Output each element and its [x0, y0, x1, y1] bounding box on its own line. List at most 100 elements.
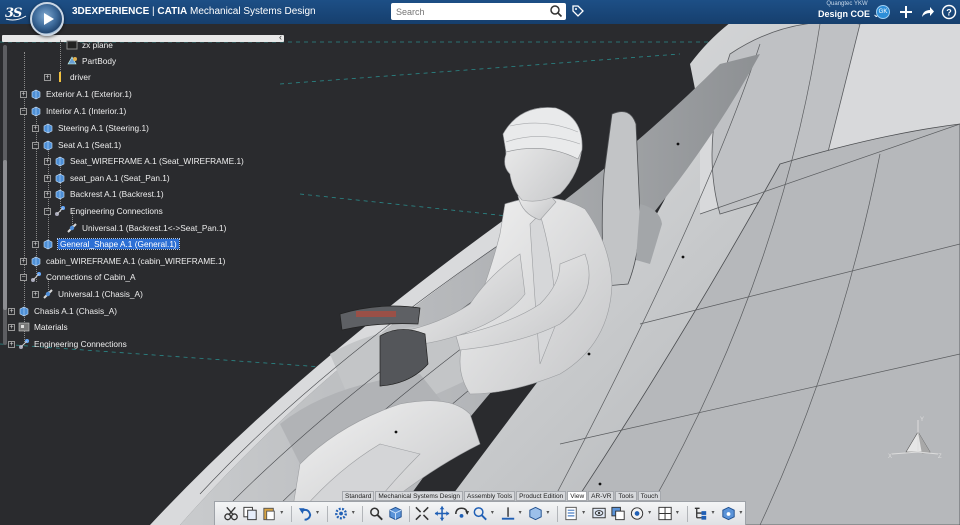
expand-icon[interactable]: +: [32, 240, 39, 248]
tree-node[interactable]: + Chasis A.1 (Chasis_A): [8, 304, 117, 318]
dropdown-arrow-icon[interactable]: ▾: [739, 505, 745, 522]
tree-node[interactable]: + driver: [44, 70, 91, 84]
dropdown-arrow-icon[interactable]: ▾: [352, 505, 358, 522]
tree-node[interactable]: + seat_pan A.1 (Seat_Pan.1): [44, 171, 170, 185]
rotate-icon[interactable]: [453, 505, 469, 522]
tree-node[interactable]: + cabin_WIREFRAME A.1 (cabin_WIREFRAME.1): [20, 254, 225, 268]
collapse-icon[interactable]: −: [32, 141, 39, 149]
expand-icon[interactable]: +: [8, 340, 15, 348]
capture-icon[interactable]: [629, 505, 645, 522]
tree-node[interactable]: − Connections of Cabin_A: [20, 270, 135, 284]
search-icon[interactable]: [549, 4, 563, 18]
tree-node[interactable]: + Universal.1 (Chasis_A): [32, 287, 143, 301]
tree-scrollbar[interactable]: [3, 45, 7, 345]
action-bar-tabs: Standard Mechanical Systems Design Assembl…: [342, 491, 661, 501]
axis-triad-icon[interactable]: Y X Z: [886, 412, 946, 462]
chevron-left-icon[interactable]: ‹: [279, 32, 282, 42]
iso-view-icon[interactable]: [527, 505, 543, 522]
cube-view-icon[interactable]: [387, 505, 403, 522]
dropdown-arrow-icon[interactable]: ▾: [519, 505, 525, 522]
dropdown-arrow-icon[interactable]: ▾: [491, 505, 497, 522]
expand-icon[interactable]: +: [20, 257, 27, 265]
normal-view-icon[interactable]: [500, 505, 516, 522]
expand-icon[interactable]: +: [44, 157, 51, 165]
tree-node[interactable]: + Materials: [8, 320, 68, 334]
tree-node[interactable]: + Exterior A.1 (Exterior.1): [20, 87, 132, 101]
tab-mechanical-systems-design[interactable]: Mechanical Systems Design: [375, 491, 464, 501]
tree-icon[interactable]: [692, 505, 708, 522]
expand-icon[interactable]: +: [32, 290, 39, 298]
dropdown-arrow-icon[interactable]: ▾: [712, 505, 718, 522]
swap-visible-icon[interactable]: [610, 505, 626, 522]
tree-header-bar[interactable]: ‹: [2, 32, 284, 42]
collapse-icon[interactable]: −: [44, 207, 51, 215]
dropdown-arrow-icon[interactable]: ▾: [582, 505, 588, 522]
tab-tools[interactable]: Tools: [615, 491, 637, 501]
copy-icon[interactable]: [242, 505, 258, 522]
tree-node[interactable]: + General_Shape A.1 (General.1): [32, 237, 180, 251]
avatar[interactable]: GK: [876, 5, 890, 19]
collab-space-selector[interactable]: Design COE ⌄: [818, 8, 880, 20]
top-bar: 3S 3DEXPERIENCE | CATIA Mechanical Syste…: [0, 0, 960, 24]
tree-node[interactable]: + Steering A.1 (Steering.1): [32, 121, 149, 135]
zoom-icon[interactable]: [472, 505, 488, 522]
share-icon[interactable]: [919, 4, 935, 20]
expand-icon[interactable]: +: [44, 174, 51, 182]
tree-node[interactable]: + Seat_WIREFRAME A.1 (Seat_WIREFRAME.1): [44, 154, 244, 168]
tab-touch[interactable]: Touch: [637, 491, 661, 501]
tab-assembly-tools[interactable]: Assembly Tools: [464, 491, 516, 501]
search-icon[interactable]: [368, 505, 384, 522]
tree-node-label: Seat A.1 (Seat.1): [58, 140, 122, 150]
expand-icon[interactable]: +: [32, 124, 39, 132]
tag-icon[interactable]: [571, 4, 585, 18]
dropdown-arrow-icon[interactable]: ▾: [316, 505, 322, 522]
svg-text:X: X: [888, 454, 892, 460]
collapse-icon[interactable]: −: [20, 273, 27, 281]
expand-icon[interactable]: +: [44, 73, 51, 81]
tree-node-label: General_Shape A.1 (General.1): [57, 238, 180, 250]
multi-view-icon[interactable]: [657, 505, 673, 522]
tree-scrollbar-thumb[interactable]: [3, 160, 7, 310]
tree-node-label: Interior A.1 (Interior.1): [46, 106, 127, 116]
3d-viewport[interactable]: [0, 24, 960, 525]
tab-view[interactable]: View: [567, 491, 588, 501]
hide-show-icon[interactable]: [591, 505, 607, 522]
plus-icon[interactable]: [898, 4, 914, 20]
dropdown-arrow-icon[interactable]: ▾: [648, 505, 654, 522]
expand-icon[interactable]: +: [8, 307, 15, 315]
dropdown-arrow-icon[interactable]: ▾: [676, 505, 682, 522]
search-input[interactable]: [391, 4, 541, 19]
tree-node[interactable]: zx plane: [56, 38, 113, 52]
collapse-icon[interactable]: −: [20, 107, 27, 115]
tree-node[interactable]: − Engineering Connections: [44, 204, 163, 218]
tree-node[interactable]: PartBody: [56, 54, 116, 68]
compass-icon[interactable]: [30, 2, 64, 36]
3d-scene[interactable]: [0, 24, 960, 525]
search-box[interactable]: [391, 3, 566, 20]
tab-ar-vr[interactable]: AR-VR: [588, 491, 615, 501]
expand-icon[interactable]: +: [8, 323, 15, 331]
tree-node[interactable]: Universal.1 (Backrest.1<->Seat_Pan.1): [56, 221, 226, 235]
tree-node[interactable]: + Backrest A.1 (Backrest.1): [44, 187, 164, 201]
3d-view-icon[interactable]: [720, 505, 736, 522]
render-style-icon[interactable]: [563, 505, 579, 522]
cut-icon[interactable]: [223, 505, 239, 522]
tree-node[interactable]: + Engineering Connections: [8, 337, 127, 351]
tree-node[interactable]: − Seat A.1 (Seat.1): [32, 138, 121, 152]
svg-text:?: ?: [946, 8, 952, 18]
dropdown-arrow-icon[interactable]: ▾: [546, 505, 552, 522]
tab-standard[interactable]: Standard: [342, 491, 375, 501]
undo-icon[interactable]: [297, 505, 313, 522]
expand-icon[interactable]: +: [20, 90, 27, 98]
settings-icon[interactable]: [333, 505, 349, 522]
tree-node[interactable]: − Interior A.1 (Interior.1): [20, 104, 126, 118]
user-block[interactable]: Quangtec YKW Design COE ⌄: [818, 1, 880, 20]
tab-product-edition[interactable]: Product Edition: [516, 491, 567, 501]
pan-icon[interactable]: [434, 505, 450, 522]
paste-icon[interactable]: [261, 505, 277, 522]
expand-icon[interactable]: +: [44, 190, 51, 198]
fit-all-icon[interactable]: [414, 505, 430, 522]
dropdown-arrow-icon[interactable]: ▾: [280, 505, 286, 522]
driver-icon: [59, 72, 61, 82]
help-icon[interactable]: ?: [941, 4, 957, 20]
